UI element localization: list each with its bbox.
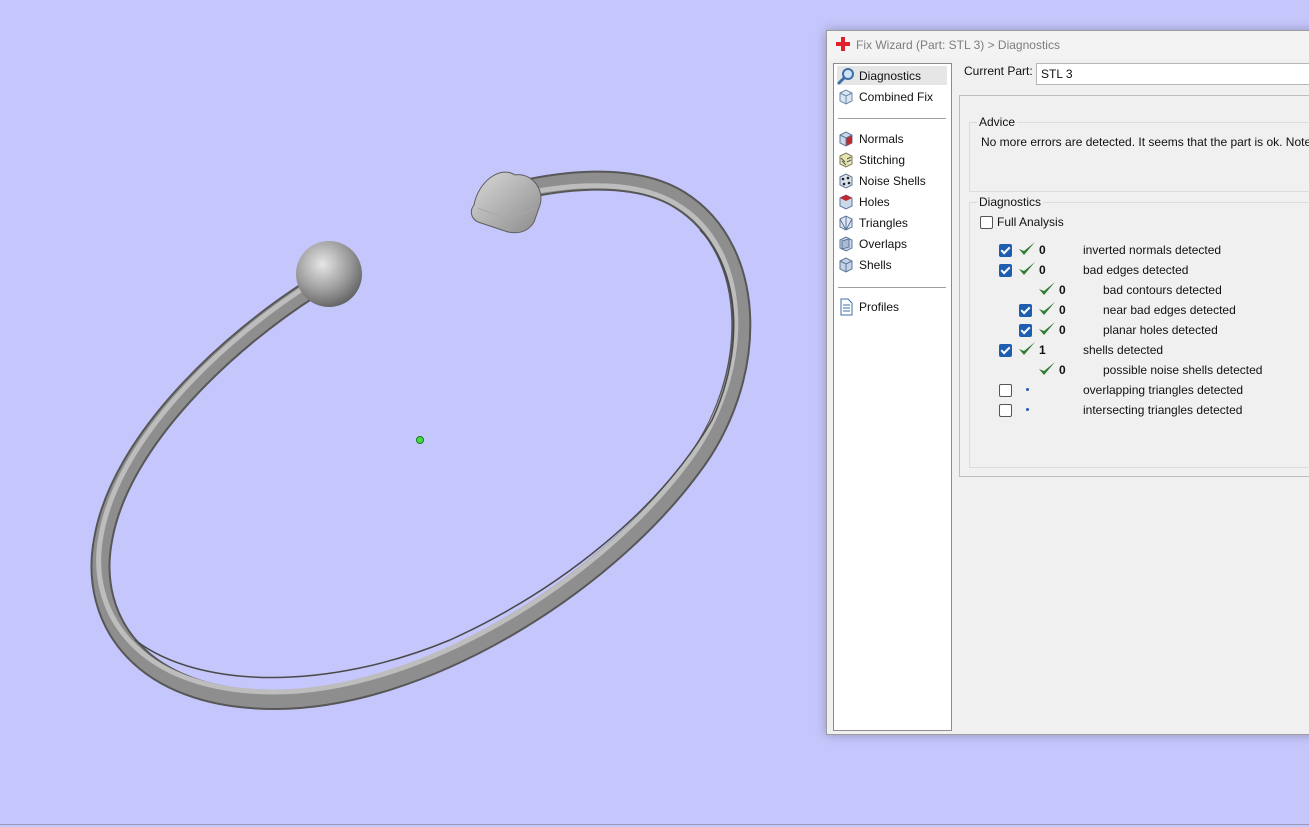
- diagnostic-label: bad contours detected: [1103, 283, 1222, 297]
- full-analysis-label: Full Analysis: [997, 215, 1064, 229]
- diagnostic-label: intersecting triangles detected: [1083, 403, 1243, 417]
- diagnostic-count: 1: [1039, 343, 1046, 357]
- check-mark-icon: [1019, 242, 1035, 255]
- diagnostics-panel: Advice No more errors are detected. It s…: [959, 95, 1309, 477]
- diagnostic-label: inverted normals detected: [1083, 243, 1222, 257]
- check-mark-icon: [1039, 302, 1055, 315]
- diagnostic-row: overlapping triangles detected: [970, 381, 1309, 399]
- check-mark-icon: [1019, 342, 1035, 355]
- diagnostic-checkbox[interactable]: [1019, 304, 1032, 317]
- diagnostic-label: possible noise shells detected: [1103, 363, 1263, 377]
- diagnostic-checkbox[interactable]: [999, 344, 1012, 357]
- diagnostic-label: shells detected: [1083, 343, 1164, 357]
- wizard-navigation: Diagnostics Combined Fix Normals Stitchi…: [833, 63, 952, 731]
- advice-text: No more errors are detected. It seems th…: [981, 135, 1309, 149]
- pending-dot-icon: [1026, 388, 1029, 391]
- fix-wizard-dialog: Fix Wizard (Part: STL 3) > Diagnostics D…: [826, 30, 1309, 735]
- nav-item-combined-fix[interactable]: Combined Fix: [837, 87, 947, 106]
- heart-end: [470, 171, 542, 234]
- pending-dot-icon: [1026, 408, 1029, 411]
- diagnostic-row: 0 possible noise shells detected: [970, 361, 1309, 379]
- diagnostic-row: 0 inverted normals detected: [970, 241, 1309, 259]
- diagnostic-count: 0: [1039, 263, 1046, 277]
- nav-item-holes[interactable]: Holes: [837, 192, 947, 211]
- nav-item-profiles[interactable]: Profiles: [837, 297, 947, 316]
- check-mark-icon: [1039, 282, 1055, 295]
- nav-item-overlaps[interactable]: Overlaps: [837, 234, 947, 253]
- diagnostic-checkbox[interactable]: [999, 404, 1012, 417]
- nav-item-noise-shells[interactable]: Noise Shells: [837, 171, 947, 190]
- overlaps-cube-icon: [839, 235, 853, 252]
- diagnostic-count: 0: [1059, 283, 1066, 297]
- stitching-cube-icon: [839, 151, 853, 168]
- diagnostic-row: 0 bad edges detected: [970, 261, 1309, 279]
- ball-end: [296, 241, 362, 307]
- diagnostic-checkbox[interactable]: [999, 264, 1012, 277]
- diagnostic-checkbox[interactable]: [1019, 324, 1032, 337]
- full-analysis-checkbox[interactable]: [980, 215, 993, 229]
- diagnostic-checkbox[interactable]: [999, 244, 1012, 257]
- diagnostic-label: planar holes detected: [1103, 323, 1218, 337]
- nav-separator: [838, 287, 946, 288]
- nav-item-stitching[interactable]: Stitching: [837, 150, 947, 169]
- diagnostic-count: 0: [1059, 323, 1066, 337]
- diagnostic-label: bad edges detected: [1083, 263, 1189, 277]
- diagnostics-group: Diagnostics Full Analysis 0 inverted norm…: [969, 195, 1309, 468]
- normals-cube-icon: [839, 130, 853, 147]
- noise-shells-icon: [839, 172, 853, 189]
- advice-group: Advice No more errors are detected. It s…: [969, 115, 1309, 192]
- document-icon: [840, 298, 853, 315]
- diagnostic-count: 0: [1039, 243, 1046, 257]
- nav-separator: [838, 118, 946, 119]
- dialog-titlebar[interactable]: Fix Wizard (Part: STL 3) > Diagnostics: [827, 31, 1309, 59]
- magnifier-icon: [837, 67, 854, 84]
- diagnostic-label: overlapping triangles detected: [1083, 383, 1244, 397]
- cube-icon: [839, 88, 853, 105]
- nav-item-triangles[interactable]: Triangles: [837, 213, 947, 232]
- diagnostic-count: 0: [1059, 363, 1066, 377]
- holes-cube-icon: [839, 193, 853, 210]
- current-part-field[interactable]: STL 3: [1036, 63, 1309, 85]
- check-mark-icon: [1039, 322, 1055, 335]
- shells-cube-icon: [839, 256, 853, 273]
- diagnostic-row: 0 bad contours detected: [970, 281, 1309, 299]
- nav-item-normals[interactable]: Normals: [837, 129, 947, 148]
- current-part-label: Current Part:: [964, 64, 1033, 78]
- dialog-title: Fix Wizard (Part: STL 3) > Diagnostics: [856, 38, 1060, 52]
- rotation-center-marker: [416, 436, 424, 444]
- check-mark-icon: [1019, 262, 1035, 275]
- diagnostic-checkbox[interactable]: [999, 384, 1012, 397]
- diagnostic-count: 0: [1059, 303, 1066, 317]
- medical-cross-icon: [836, 37, 850, 51]
- diagnostic-row: 0 near bad edges detected: [970, 301, 1309, 319]
- diagnostic-label: near bad edges detected: [1103, 303, 1236, 317]
- nav-item-shells[interactable]: Shells: [837, 255, 947, 274]
- diagnostic-row: intersecting triangles detected: [970, 401, 1309, 419]
- check-mark-icon: [1039, 362, 1055, 375]
- diagnostic-row: 1 shells detected: [970, 341, 1309, 359]
- diagnostics-group-title: Diagnostics: [977, 195, 1044, 209]
- nav-item-diagnostics[interactable]: Diagnostics: [837, 66, 947, 85]
- advice-group-title: Advice: [977, 115, 1018, 129]
- current-part-value: STL 3: [1041, 67, 1073, 81]
- diagnostic-row: 0 planar holes detected: [970, 321, 1309, 339]
- full-analysis-option[interactable]: Full Analysis: [980, 215, 1064, 229]
- triangles-cube-icon: [839, 214, 853, 231]
- viewport-bottom-border: [0, 824, 1309, 825]
